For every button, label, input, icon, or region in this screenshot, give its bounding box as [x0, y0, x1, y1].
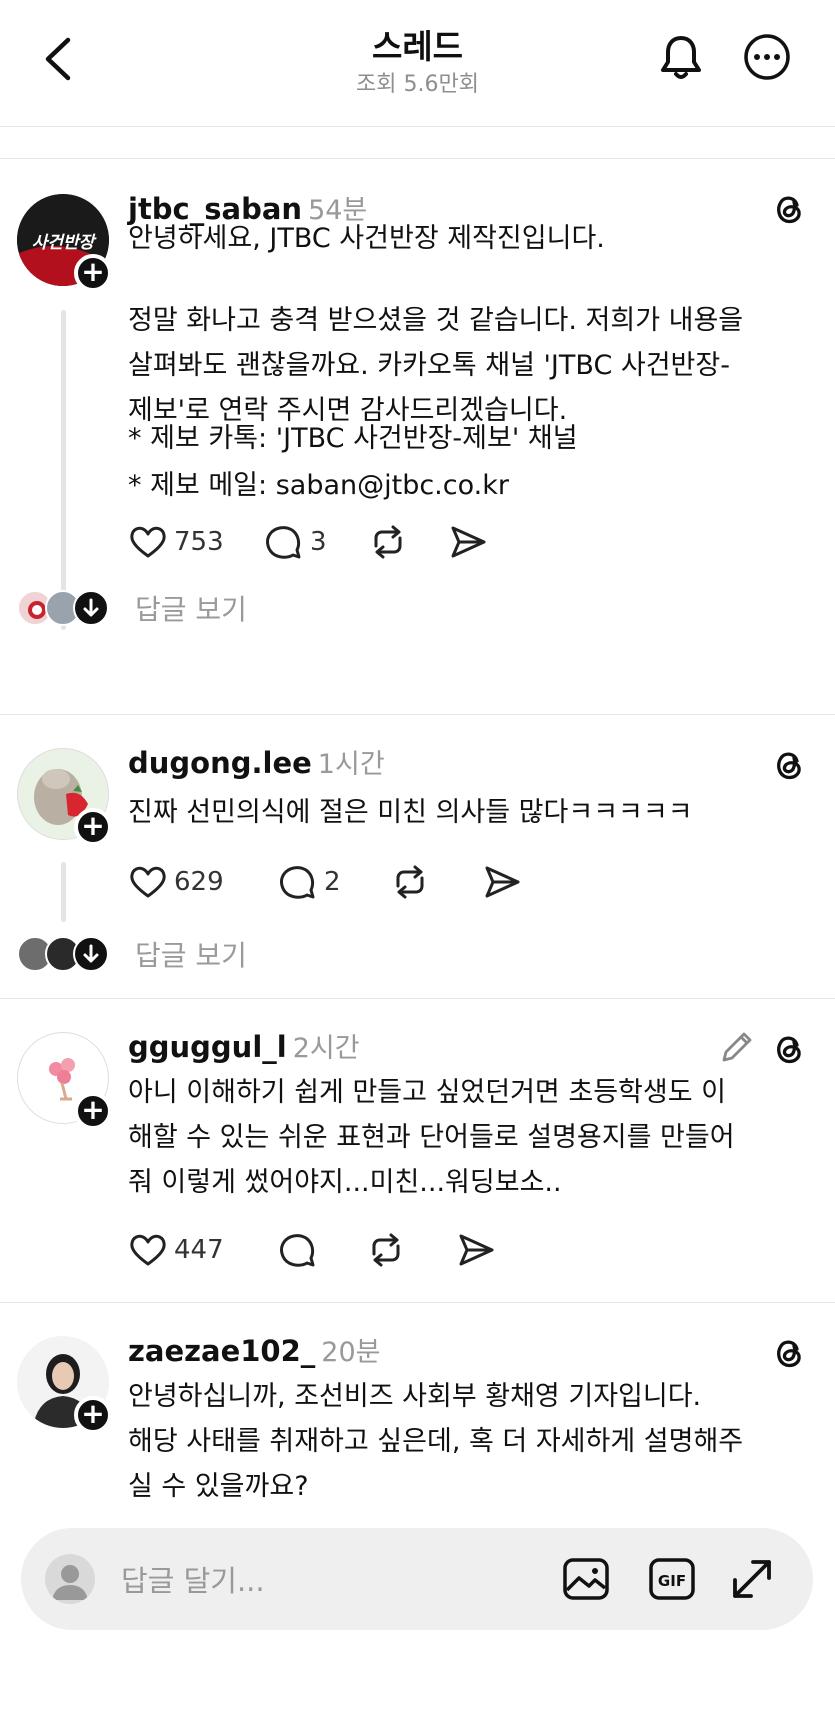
like-count: 629	[174, 867, 224, 897]
repost-button[interactable]	[366, 1228, 406, 1272]
share-button[interactable]	[482, 860, 522, 904]
share-icon	[459, 1234, 494, 1266]
post-line: 안녕하십니까, 조선비즈 사회부 황채영 기자입니다.	[128, 1381, 702, 1412]
thread-line	[61, 862, 66, 922]
bell-icon[interactable]	[656, 32, 706, 82]
comment-icon	[280, 1234, 315, 1267]
reply-post: + dugong.lee 1시간 진짜 선민의식에 절은 미친 의사들 많다ㅋㅋㅋ…	[0, 714, 835, 998]
reply-input[interactable]: 답글 달기...	[121, 1558, 265, 1600]
post-body: 진짜 선민의식에 절은 미친 의사들 많다ㅋㅋㅋㅋㅋ	[128, 790, 818, 835]
comment-icon	[266, 526, 301, 559]
expand-icon[interactable]	[725, 1552, 779, 1606]
post-line: 줘 이렇게 썼어야지...미친...워딩보소..	[128, 1167, 562, 1198]
comment-button[interactable]	[278, 1228, 318, 1272]
comment-button[interactable]: 3	[264, 520, 327, 564]
post-time: 20분	[321, 1337, 381, 1368]
like-button[interactable]: 447	[128, 1228, 224, 1272]
reply-composer[interactable]: 답글 달기... GIF	[21, 1528, 813, 1630]
reply-post: + zaezae102_ 20분 안녕하십니까, 조선비즈 사회부 황채영 기자입…	[0, 1302, 835, 1522]
post-author[interactable]: dugong.lee 1시간	[128, 742, 385, 781]
share-icon	[451, 526, 486, 558]
reply-preview[interactable]: 답글 보기	[17, 590, 417, 630]
post-body: 안녕하세요, JTBC 사건반장 제작진입니다.	[128, 216, 818, 261]
see-replies-link[interactable]: 답글 보기	[135, 934, 247, 974]
post-body: 아니 이해하기 쉽게 만들고 싶었던거면 초등학생도 이 해할 수 있는 쉬운 …	[128, 1070, 818, 1205]
comment-count: 2	[324, 867, 341, 897]
post-line: * 제보 카톡: 'JTBC 사건반장-제보' 채널	[128, 423, 578, 454]
post-line: 진짜 선민의식에 절은 미친 의사들 많다ㅋㅋㅋㅋㅋ	[128, 797, 693, 828]
threads-icon[interactable]	[768, 1332, 808, 1372]
repost-icon	[372, 1233, 400, 1267]
view-count: 조회 5.6만회	[356, 72, 479, 97]
user-avatar-icon	[45, 1554, 95, 1604]
page-title: 스레드	[371, 27, 464, 66]
more-icon[interactable]	[742, 32, 792, 82]
thread-line	[61, 310, 66, 630]
post-body: 안녕하십니까, 조선비즈 사회부 황채영 기자입니다. 해당 사태를 취재하고 …	[128, 1374, 818, 1509]
post-line: * 제보 메일: saban@jtbc.co.kr	[128, 470, 509, 501]
image-icon[interactable]	[559, 1552, 613, 1606]
header: 스레드 조회 5.6만회	[0, 0, 835, 126]
post-time: 1시간	[317, 749, 385, 780]
heart-icon	[130, 1234, 166, 1266]
post-paragraph: 정말 화나고 충격 받으셨을 것 같습니다. 저희가 내용을 살펴봐도 괜찮을까…	[128, 298, 818, 433]
follow-plus-button[interactable]: +	[74, 1396, 112, 1434]
comment-button[interactable]: 2	[278, 860, 341, 904]
divider	[0, 126, 835, 127]
follow-plus-button[interactable]: +	[74, 808, 112, 846]
post-line: 살펴봐도 괜찮을까요. 카카오톡 채널 'JTBC 사건반장-	[128, 350, 730, 381]
post-actions: 629 2	[128, 860, 728, 904]
reply-post: + gguggul_l 2시간 아니 이해하기 쉽게 만들고 싶었던거면 초등학생…	[0, 998, 835, 1302]
post-actions: 753 3	[128, 520, 728, 564]
follow-plus-button[interactable]: +	[74, 1092, 112, 1130]
username[interactable]: dugong.lee	[128, 746, 312, 780]
like-count: 447	[174, 1235, 224, 1265]
edit-icon[interactable]	[716, 1028, 756, 1068]
see-replies-link[interactable]: 답글 보기	[135, 588, 247, 628]
post-author[interactable]: zaezae102_ 20분	[128, 1330, 380, 1369]
username[interactable]: zaezae102_	[128, 1334, 315, 1368]
repost-button[interactable]	[390, 860, 430, 904]
post-time: 2시간	[292, 1033, 360, 1064]
repost-icon	[396, 865, 424, 899]
share-icon	[485, 866, 520, 898]
post-line: 실 수 있을까요?	[128, 1471, 309, 1502]
heart-icon	[130, 526, 166, 558]
post-line: 해할 수 있는 쉬운 표현과 단어들로 설명용지를 만들어	[128, 1122, 735, 1153]
reply-post: 사건반장 + jtbc_saban 54분 안녕하세요, JTBC 사건반장 제작…	[0, 158, 835, 714]
threads-icon[interactable]	[768, 744, 808, 784]
post-line: 해당 사태를 취재하고 싶은데, 혹 더 자세하게 설명해주	[128, 1426, 744, 1457]
post-line: 안녕하세요, JTBC 사건반장 제작진입니다.	[128, 223, 605, 254]
post-line: 아니 이해하기 쉽게 만들고 싶었던거면 초등학생도 이	[128, 1077, 726, 1108]
threads-icon[interactable]	[768, 1028, 808, 1068]
post-line: 정말 화나고 충격 받으셨을 것 같습니다. 저희가 내용을	[128, 305, 744, 336]
arrow-down-icon	[73, 590, 109, 626]
arrow-down-icon	[73, 936, 109, 972]
svg-text:GIF: GIF	[658, 1572, 686, 1590]
avatar-logo-text: 사건반장	[31, 233, 95, 253]
heart-icon	[130, 866, 166, 898]
post-paragraph: * 제보 카톡: 'JTBC 사건반장-제보' 채널 * 제보 메일: saba…	[128, 416, 818, 508]
comment-count: 3	[310, 527, 327, 557]
share-button[interactable]	[456, 1228, 496, 1272]
repost-icon	[374, 525, 402, 559]
post-author[interactable]: gguggul_l 2시간	[128, 1026, 360, 1065]
username[interactable]: gguggul_l	[128, 1030, 287, 1064]
like-button[interactable]: 629	[128, 860, 224, 904]
post-actions: 447	[128, 1228, 728, 1272]
follow-plus-button[interactable]: +	[74, 254, 112, 292]
like-count: 753	[174, 527, 224, 557]
repost-button[interactable]	[368, 520, 408, 564]
gif-icon[interactable]: GIF	[645, 1552, 699, 1606]
reply-preview[interactable]: 답글 보기	[17, 936, 417, 976]
comment-icon	[280, 866, 315, 899]
share-button[interactable]	[448, 520, 488, 564]
like-button[interactable]: 753	[128, 520, 224, 564]
